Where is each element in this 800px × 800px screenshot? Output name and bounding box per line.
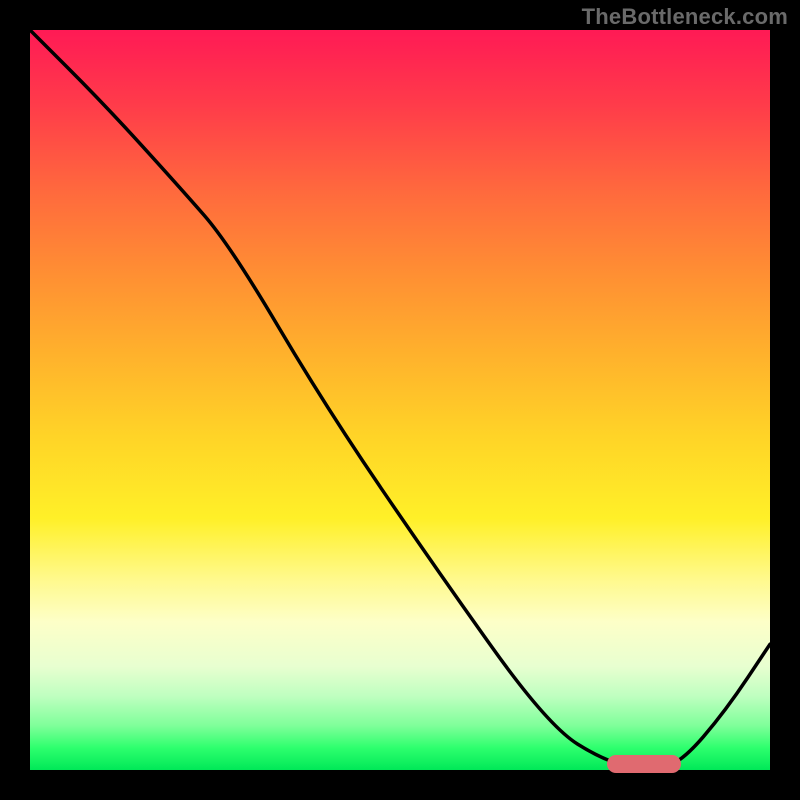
bottleneck-curve [30, 30, 770, 770]
attribution-text: TheBottleneck.com [582, 4, 788, 30]
plot-area [30, 30, 770, 770]
chart-frame: TheBottleneck.com [0, 0, 800, 800]
optimal-range-marker [607, 755, 681, 773]
